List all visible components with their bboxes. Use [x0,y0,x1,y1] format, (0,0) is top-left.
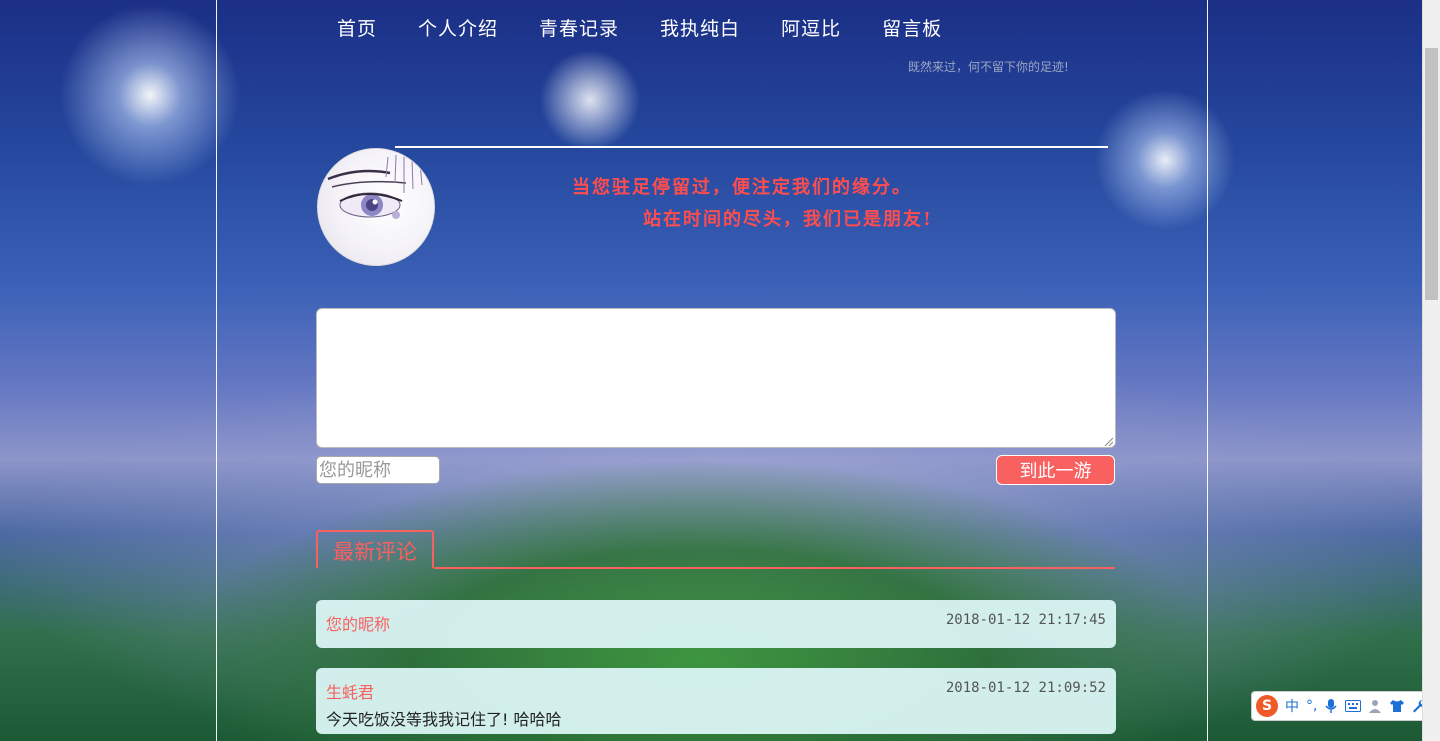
shirt-icon[interactable] [1389,699,1405,713]
nickname-input[interactable] [316,456,440,484]
latest-comments-divider [434,567,1115,569]
banner-quote-line-2: 站在时间的尽头，我们已是朋友! [643,209,933,230]
main-nav: 首页 个人介绍 青春记录 我执纯白 阿逗比 留言板 [337,14,983,41]
nav-adoubi[interactable]: 阿逗比 [781,14,841,41]
message-textarea[interactable] [316,308,1116,448]
content-frame-left-border [216,0,217,741]
comment-text: 今天吃饭没等我我记住了! 哈哈哈 [326,710,562,729]
resize-grip-icon[interactable] [1103,436,1113,446]
avatar [317,148,435,266]
anime-eye-illustration [327,154,423,219]
header-tagline: 既然来过，何不留下你的足迹! [908,60,1069,74]
nav-pure-white[interactable]: 我执纯白 [660,14,740,41]
content-frame-right-border [1207,0,1208,741]
nav-about[interactable]: 个人介绍 [418,14,498,41]
header-divider [395,146,1108,148]
nav-home[interactable]: 首页 [337,14,377,41]
comment-card: 生蚝君 2018-01-12 21:09:52 今天吃饭没等我我记住了! 哈哈哈 [316,668,1116,734]
comment-timestamp: 2018-01-12 21:17:45 [945,612,1106,628]
ime-toolbar[interactable]: S 中 °, [1251,691,1436,721]
ime-logo-icon[interactable]: S [1256,695,1278,717]
mic-icon[interactable] [1324,698,1338,714]
nav-guestbook[interactable]: 留言板 [882,14,942,41]
comment-card: 您的昵称 2018-01-12 21:17:45 [316,600,1116,648]
banner-quote-line-1: 当您驻足停留过，便注定我们的缘分。 [572,177,912,198]
comment-author: 您的昵称 [326,615,391,634]
page-scrollbar[interactable] [1422,0,1440,741]
keyboard-icon[interactable] [1345,700,1362,712]
latest-comments-tab: 最新评论 [316,530,434,568]
nav-youth-records[interactable]: 青春记录 [539,14,619,41]
user-icon[interactable] [1368,699,1382,713]
ime-mode-chinese[interactable]: 中 [1285,696,1299,716]
comment-timestamp: 2018-01-12 21:09:52 [945,680,1106,696]
page-scrollbar-thumb[interactable] [1425,48,1438,300]
ime-punctuation-toggle[interactable]: °, [1306,698,1317,714]
comment-author: 生蚝君 [326,683,375,702]
submit-button[interactable]: 到此一游 [996,455,1115,485]
